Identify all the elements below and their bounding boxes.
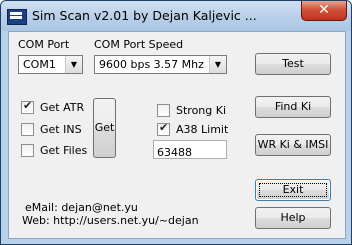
get-button[interactable]: Get <box>93 98 116 158</box>
focus-rect <box>259 183 327 197</box>
app-icon <box>7 9 27 25</box>
a38-limit-value[interactable] <box>154 144 226 161</box>
get-ins-checkbox[interactable] <box>21 123 34 136</box>
window-title: Sim Scan v2.01 by Dejan Kaljevic ... <box>32 8 257 23</box>
com-port-value: COM1 <box>23 58 56 71</box>
get-files-checkbox[interactable] <box>21 144 34 157</box>
get-files-label: Get Files <box>40 144 88 157</box>
a38-limit-input[interactable] <box>153 140 227 161</box>
strong-ki-label: Strong Ki <box>176 104 227 117</box>
client-area: COM Port COM1 ▼ COM Port Speed 9600 bps … <box>8 31 346 239</box>
find-ki-button[interactable]: Find Ki <box>255 96 331 118</box>
help-button[interactable]: Help <box>255 207 331 229</box>
web-text: Web: http://users.net.yu/~dejan <box>22 214 199 227</box>
exit-button[interactable]: Exit <box>255 179 331 201</box>
com-speed-select[interactable]: 9600 bps 3.57 Mhz ▼ <box>94 55 227 74</box>
com-speed-label: COM Port Speed <box>94 38 184 51</box>
test-button[interactable]: Test <box>255 53 331 75</box>
chevron-down-icon[interactable]: ▼ <box>65 56 82 73</box>
com-port-label: COM Port <box>18 38 70 51</box>
email-text: eMail: dejan@net.yu <box>25 201 138 214</box>
com-speed-value: 9600 bps 3.57 Mhz <box>99 58 204 71</box>
get-ins-label: Get INS <box>40 123 82 136</box>
a38-limit-checkbox[interactable] <box>157 121 170 136</box>
wr-ki-imsi-button[interactable]: WR Ki & IMSI <box>255 134 331 156</box>
a38-limit-label: A38 Limit <box>176 123 229 136</box>
get-atr-checkbox[interactable] <box>21 99 34 114</box>
com-port-select[interactable]: COM1 ▼ <box>18 55 83 74</box>
strong-ki-checkbox[interactable] <box>157 104 170 117</box>
chevron-down-icon[interactable]: ▼ <box>209 56 226 73</box>
title-bar[interactable]: Sim Scan v2.01 by Dejan Kaljevic ... ✕ <box>1 1 351 31</box>
app-window: Sim Scan v2.01 by Dejan Kaljevic ... ✕ C… <box>0 0 352 245</box>
close-button[interactable]: ✕ <box>301 1 347 21</box>
get-atr-label: Get ATR <box>40 101 85 114</box>
